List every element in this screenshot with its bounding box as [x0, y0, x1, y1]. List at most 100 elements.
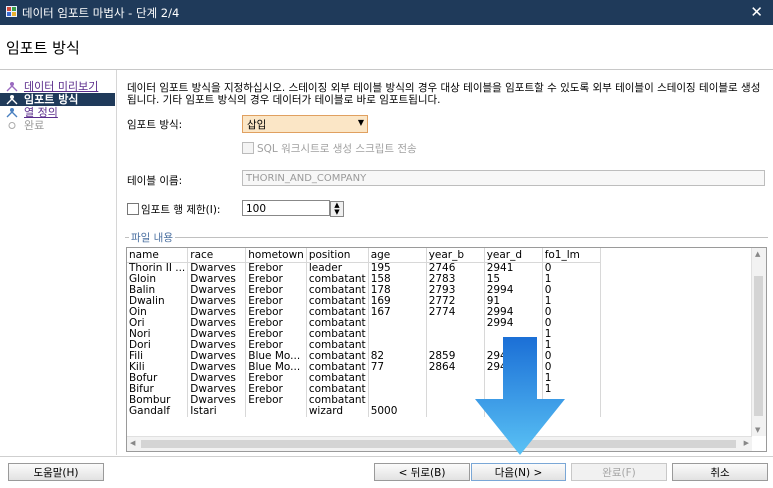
table-cell: Dwarves: [187, 296, 247, 307]
row-limit-input[interactable]: 100: [242, 200, 330, 216]
step-label: 완료: [24, 119, 45, 132]
scroll-thumb[interactable]: [754, 276, 763, 416]
title-bar: 데이터 임포트 마법사 - 단계 2/4 ✕: [0, 0, 773, 25]
table-cell: 15: [484, 274, 543, 285]
row-limit-checkbox[interactable]: [127, 203, 139, 215]
table-name-label: 테이블 이름:: [127, 175, 183, 187]
table-cell: Dwarves: [187, 329, 247, 340]
table-cell: Bofur: [127, 373, 189, 384]
file-content-label: 파일 내용: [129, 230, 175, 245]
table-cell: Erebor: [245, 285, 307, 296]
table-row[interactable]: Dwalin Dwarves Erebor combatant 169 2772 91 1: [127, 296, 601, 307]
table-cell: Blue Mo...: [245, 351, 307, 362]
step-data-preview[interactable]: 데이터 미리보기: [0, 80, 115, 93]
table-cell: Erebor: [245, 307, 307, 318]
main-panel: 데이터 임포트 방식을 지정하십시오. 스테이징 외부 테이블 방식의 경우 대…: [116, 70, 773, 455]
table-cell: 0: [542, 307, 601, 318]
table-cell: 5000: [368, 406, 427, 417]
import-method-select[interactable]: 삽입 ▼: [242, 115, 368, 133]
column-header[interactable]: age: [368, 248, 427, 263]
back-button[interactable]: < 뒤로(B): [374, 463, 470, 481]
vertical-scrollbar[interactable]: ▲ ▼: [751, 248, 766, 436]
table-cell: Oin: [127, 307, 189, 318]
table-cell: 2994: [484, 285, 543, 296]
column-header[interactable]: hometown: [245, 248, 307, 263]
table-cell: 2793: [426, 285, 485, 296]
description-text: 데이터 임포트 방식을 지정하십시오. 스테이징 외부 테이블 방식의 경우 대…: [127, 82, 761, 106]
table-cell: 2994: [484, 307, 543, 318]
table-cell: [368, 395, 427, 406]
close-icon[interactable]: ✕: [750, 3, 763, 21]
table-row[interactable]: Gloin Dwarves Erebor combatant 158 2783 15 1: [127, 274, 601, 285]
table-row[interactable]: Thorin II ... Dwarves Erebor leader 195 2746 2…: [127, 262, 601, 274]
column-header[interactable]: race: [187, 248, 247, 263]
table-cell: Erebor: [245, 262, 307, 274]
table-cell: Dwarves: [187, 384, 247, 395]
scroll-up-icon[interactable]: ▲: [755, 250, 760, 258]
column-header[interactable]: name: [127, 248, 189, 263]
table-cell: Blue Mo...: [245, 362, 307, 373]
table-cell: Kili: [127, 362, 189, 373]
table-cell: Erebor: [245, 373, 307, 384]
table-cell: [368, 384, 427, 395]
row-limit-label: 임포트 행 제한(I):: [141, 204, 221, 216]
import-method-value: 삽입: [247, 119, 267, 131]
table-header-row: name race hometown position age year_b year_d f…: [127, 248, 601, 263]
step-person-icon: [6, 81, 18, 92]
table-cell: Erebor: [245, 384, 307, 395]
table-cell: Bifur: [127, 384, 189, 395]
app-icon: [6, 6, 17, 17]
table-cell: Dwarves: [187, 274, 247, 285]
table-cell: Thorin II ...: [127, 262, 189, 274]
scroll-thumb[interactable]: [141, 440, 736, 448]
scroll-right-icon[interactable]: ▶: [744, 439, 749, 447]
table-cell: Ori: [127, 318, 189, 329]
table-row[interactable]: Oin Dwarves Erebor combatant 167 2774 2994 0: [127, 307, 601, 318]
step-label: 열 정의: [24, 106, 58, 119]
step-person-icon: [6, 94, 18, 105]
table-cell: Dwarves: [187, 285, 247, 296]
file-content-grid[interactable]: name race hometown position age year_b year_d f…: [126, 247, 767, 452]
help-button[interactable]: 도움말(H): [8, 463, 104, 481]
table-cell: Dwarves: [187, 351, 247, 362]
column-header[interactable]: year_b: [426, 248, 485, 263]
table-cell: Gloin: [127, 274, 189, 285]
table-cell: combatant: [306, 318, 369, 329]
table-cell: combatant: [306, 351, 369, 362]
step-column-definition[interactable]: 열 정의: [0, 106, 115, 119]
step-label: 데이터 미리보기: [24, 80, 99, 93]
table-cell: 82: [368, 351, 427, 362]
table-cell: 195: [368, 262, 427, 274]
step-person-icon: [6, 107, 18, 118]
column-header[interactable]: position: [306, 248, 369, 263]
sql-worksheet-checkbox: [242, 142, 254, 154]
column-header[interactable]: year_d: [484, 248, 543, 263]
table-cell: combatant: [306, 395, 369, 406]
column-header[interactable]: fo1_lm: [542, 248, 601, 263]
table-cell: [368, 318, 427, 329]
horizontal-scrollbar[interactable]: ◀ ▶: [127, 436, 752, 451]
table-cell: [245, 406, 307, 417]
window-title: 데이터 임포트 마법사 - 단계 2/4: [22, 6, 180, 20]
steps-panel: 데이터 미리보기 임포트 방식 열 정의 완료: [0, 70, 115, 455]
table-cell: Dori: [127, 340, 189, 351]
table-row[interactable]: Ori Dwarves Erebor combatant 2994 0: [127, 318, 601, 329]
next-button[interactable]: 다음(N) >: [471, 463, 566, 481]
row-limit-stepper[interactable]: ▲ ▼: [330, 201, 344, 217]
step-label: 임포트 방식: [24, 93, 79, 106]
step-import-method[interactable]: 임포트 방식: [0, 93, 115, 106]
table-cell: combatant: [306, 329, 369, 340]
scroll-down-icon[interactable]: ▼: [755, 426, 760, 434]
cancel-button[interactable]: 취소: [672, 463, 768, 481]
table-cell: 2941: [484, 262, 543, 274]
page-title: 임포트 방식: [6, 39, 80, 57]
table-cell: combatant: [306, 274, 369, 285]
table-cell: wizard: [306, 406, 369, 417]
scroll-left-icon[interactable]: ◀: [130, 439, 135, 447]
table-cell: 2774: [426, 307, 485, 318]
chevron-down-icon: ▼: [357, 118, 364, 127]
sql-worksheet-label: SQL 워크시트로 생성 스크립트 전송: [257, 143, 417, 155]
table-cell: Dwarves: [187, 318, 247, 329]
table-row[interactable]: Balin Dwarves Erebor combatant 178 2793 2994 0: [127, 285, 601, 296]
table-cell: Erebor: [245, 296, 307, 307]
